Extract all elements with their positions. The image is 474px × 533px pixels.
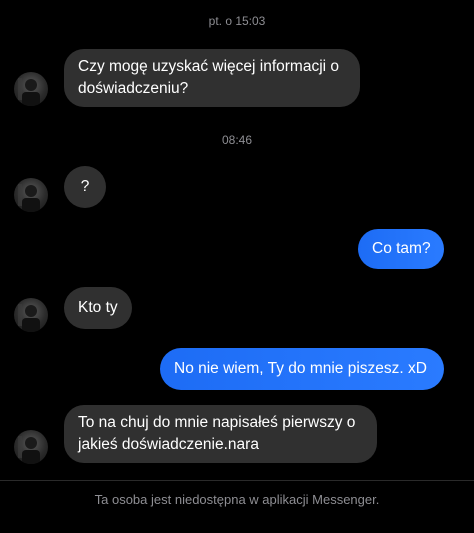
message-text: No nie wiem, Ty do mnie piszesz. xD [174,360,427,377]
message-bubble-outgoing[interactable]: Co tam? [358,229,444,269]
person-icon [18,78,40,106]
person-icon [18,184,40,212]
message-text: Co tam? [372,240,431,257]
message-bubble-outgoing[interactable]: No nie wiem, Ty do mnie piszesz. xD [160,348,444,390]
timestamp-divider: pt. o 15:03 [208,14,266,28]
person-icon [18,304,40,332]
message-bubble-incoming[interactable]: Czy mogę uzyskać więcej informacji o doś… [64,49,360,107]
message-text: Kto ty [78,299,118,316]
message-text-line: To na chuj do mnie napisałeś pierwszy o [78,414,356,431]
timestamp-divider: 08:46 [221,133,253,147]
message-text-line: Czy mogę uzyskać więcej informacji o [78,58,340,75]
contact-avatar[interactable] [14,178,48,212]
message-text: ? [80,178,90,195]
person-icon [18,436,40,464]
message-bubble-incoming[interactable]: To na chuj do mnie napisałeś pierwszy o … [64,405,377,463]
contact-avatar[interactable] [14,298,48,332]
message-bubble-incoming[interactable]: ? [64,166,106,208]
message-bubble-incoming[interactable]: Kto ty [64,287,132,329]
contact-avatar[interactable] [14,72,48,106]
unavailable-notice: Ta osoba jest niedostępna w aplikacji Me… [94,492,380,507]
contact-avatar[interactable] [14,430,48,464]
message-text-line: doświadczeniu? [78,80,189,97]
message-text-line: jakieś doświadczenie.nara [78,436,259,453]
footer-divider [0,480,474,481]
